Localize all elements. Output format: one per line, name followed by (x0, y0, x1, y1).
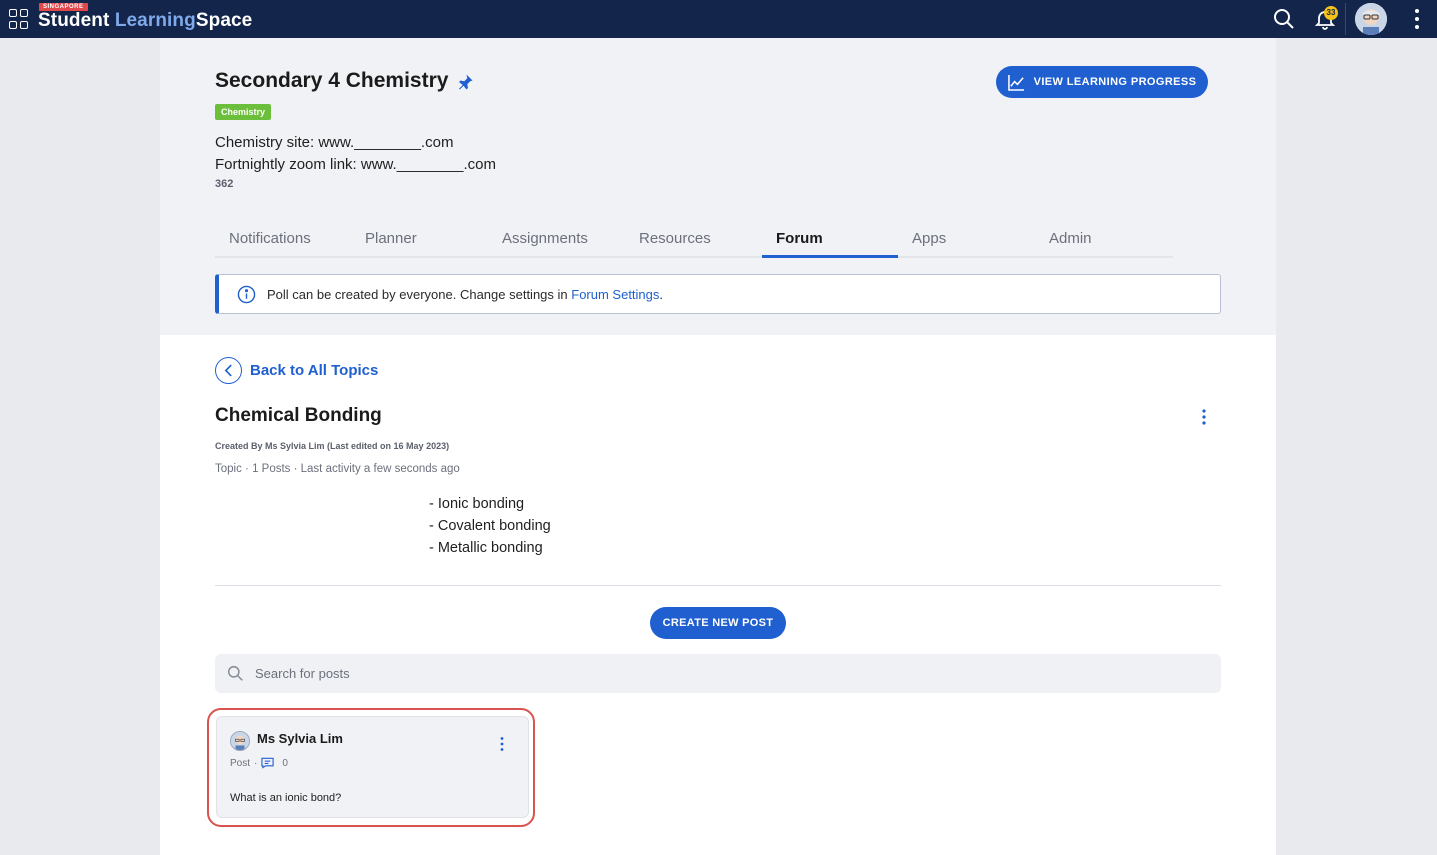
post-type: Post (230, 757, 251, 769)
post-search-bar (215, 654, 1221, 693)
back-link-label: Back to All Topics (250, 361, 379, 379)
user-avatar[interactable] (1355, 3, 1387, 35)
course-description-line: Fortnightly zoom link: www.________.com (215, 156, 496, 173)
forum-settings-link[interactable]: Forum Settings (571, 287, 659, 302)
tab-forum[interactable]: Forum (762, 226, 898, 258)
tab-assignments[interactable]: Assignments (488, 226, 625, 258)
topic-bullet: - Ionic bonding (429, 496, 525, 512)
tab-notifications[interactable]: Notifications (215, 226, 351, 258)
topic-created-by: Created By Ms Sylvia Lim (Last edited on… (215, 441, 450, 451)
more-options-icon[interactable] (1408, 8, 1426, 30)
subject-chip: Chemistry (215, 104, 272, 120)
tab-resources[interactable]: Resources (625, 226, 762, 258)
post-card[interactable]: Ms Sylvia Lim Post · 0 What is an ionic b… (216, 716, 529, 818)
view-learning-progress-label: VIEW LEARNING PROGRESS (1033, 76, 1197, 88)
tab-apps[interactable]: Apps (898, 226, 1035, 258)
divider (215, 585, 1221, 586)
tab-admin[interactable]: Admin (1035, 226, 1172, 258)
comment-count: 0 (282, 757, 288, 769)
back-to-topics-link[interactable]: Back to All Topics (215, 356, 378, 384)
topic-more-options-icon[interactable] (1198, 408, 1210, 426)
search-icon (227, 665, 243, 681)
post-meta: Post · 0 (230, 757, 288, 769)
topic-body: - Ionic bonding - Covalent bonding - Met… (429, 493, 551, 559)
logo-word-learning: Learning (114, 10, 196, 31)
topic-bullet: - Covalent bonding (429, 518, 551, 534)
pin-icon[interactable] (456, 73, 474, 91)
comment-icon (261, 757, 274, 769)
info-banner-message: Poll can be created by everyone. Change … (267, 287, 572, 302)
search-posts-input[interactable] (255, 654, 1195, 693)
post-author: Ms Sylvia Lim (257, 731, 343, 746)
apps-grid-icon[interactable] (9, 9, 29, 29)
divider (1345, 3, 1346, 35)
author-avatar (230, 731, 250, 751)
course-count: 362 (215, 178, 234, 190)
view-learning-progress-button[interactable]: VIEW LEARNING PROGRESS (996, 66, 1208, 98)
post-body: What is an ionic bond? (230, 792, 342, 804)
info-icon (237, 285, 256, 304)
course-description-line: Chemistry site: www.________.com (215, 134, 454, 151)
info-banner: Poll can be created by everyone. Change … (215, 274, 1221, 314)
create-new-post-button[interactable]: CREATE NEW POST (650, 607, 786, 639)
search-icon[interactable] (1272, 7, 1296, 31)
info-banner-suffix: . (659, 287, 664, 302)
course-title: Secondary 4 Chemistry (215, 69, 449, 92)
logo-text: Student LearningSpace (38, 10, 252, 32)
logo-word-student: Student (38, 10, 110, 31)
chevron-left-icon (215, 356, 242, 384)
topic-bullet: - Metallic bonding (429, 540, 543, 556)
tab-planner[interactable]: Planner (351, 226, 488, 258)
topic-meta: Topic · 1 Posts · Last activity a few se… (215, 463, 460, 475)
notification-count-badge: 33 (1324, 6, 1338, 20)
logo-word-space: Space (195, 10, 253, 31)
top-bar: SINGAPORE Student LearningSpace 33 (0, 0, 1437, 38)
info-banner-text: Poll can be created by everyone. Change … (267, 287, 663, 302)
topic-title: Chemical Bonding (215, 405, 382, 426)
trend-chart-icon (1007, 74, 1024, 91)
separator-dot: · (254, 757, 258, 769)
post-more-options-icon[interactable] (497, 736, 507, 752)
course-tabs: Notifications Planner Assignments Resour… (215, 226, 1173, 258)
